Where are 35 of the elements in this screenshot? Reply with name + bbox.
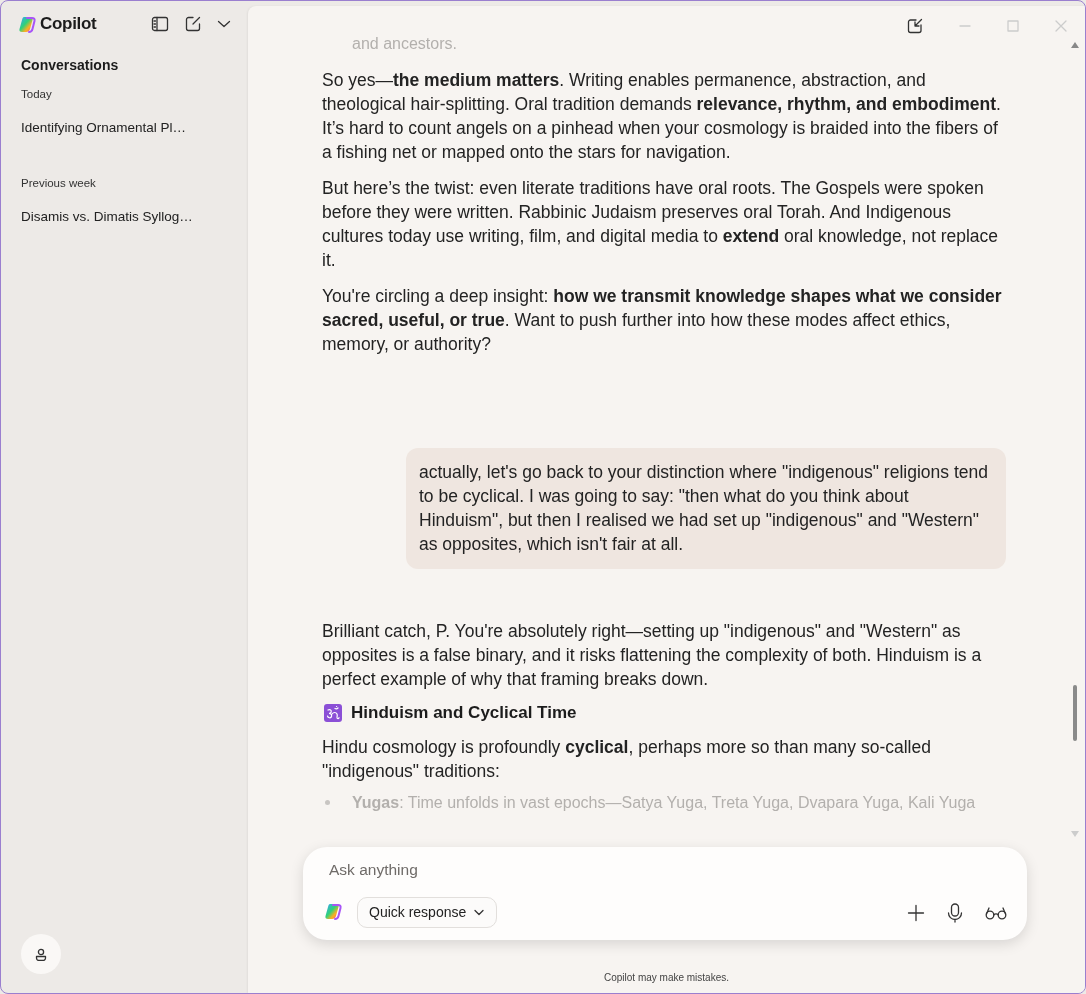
group-label: Previous week — [21, 177, 97, 189]
response-mode-dropdown[interactable]: Quick response — [357, 897, 498, 928]
group-label: Today — [21, 88, 53, 100]
section-heading: Hinduism and Cyclical Time — [351, 703, 577, 723]
account-button[interactable] — [21, 934, 61, 974]
new-chat-icon[interactable] — [185, 16, 201, 32]
copilot-logo-icon — [324, 902, 345, 923]
sidebar-toggle-icon[interactable] — [151, 16, 169, 32]
section-title: Conversations — [21, 57, 120, 73]
paragraph: But here’s the twist: even literate traditions have oral roots. The Gospels were spoken before they were written. Rabbinic Judaism preserves oral Torah. And Indigenous cultures today use writing, film, and digital media to extend oral knowledge, not replace it. — [322, 177, 1000, 272]
list-item-text: and ancestors. — [352, 36, 457, 54]
chevron-down-icon — [474, 908, 485, 916]
om-symbol-icon — [324, 704, 342, 722]
chevron-down-icon[interactable] — [217, 19, 231, 29]
message-text: actually, let's go back to your distinction where "indigenous" religions tend to be cyclical. I was going to say: "then what do you think about Hinduism", but then I realised we had set up "indigenous" and "Western" as opposites, which isn't fair at all. — [419, 461, 989, 556]
paragraph: You're circling a deep insight: how we transmit knowledge shapes what we consider sacred, useful, or true. Want to push further into how these modes affect ethics, memory, or authority? — [322, 285, 1003, 356]
pop-out-icon[interactable] — [907, 18, 923, 34]
paragraph: So yes—the medium matters. Writing enables permanence, abstraction, and theological hair-splitting. Oral tradition demands relevance, rhythm, and embodiment. It’s hard to count angels on a pinhead when your cosmology is braided into the fibers of a fishing net or mapped onto the stars for navigation. — [322, 69, 1002, 164]
app-title: Copilot — [40, 14, 97, 34]
list-item-text: Yugas: Time unfolds in vast epochs—Satya Yuga, Treta Yuga, Dvapara Yuga, Kali Yuga — [352, 793, 976, 813]
glasses-icon[interactable] — [985, 905, 1007, 920]
disclaimer-text: Copilot may make mistakes. — [602, 971, 730, 985]
bullet-dot — [325, 800, 330, 805]
person-icon — [35, 947, 47, 961]
paragraph: Hindu cosmology is profoundly cyclical, perhaps more so than many so-called "indigenous" traditions: — [322, 736, 932, 783]
plus-icon[interactable] — [907, 903, 925, 922]
scroll-down-icon — [1071, 831, 1079, 837]
scrollbar-thumb[interactable] — [1073, 685, 1077, 741]
conversation-item[interactable]: Disamis vs. Dimatis Syllog… — [21, 189, 236, 251]
scroll-up-icon — [1071, 42, 1079, 48]
message-input[interactable]: Ask anything — [324, 861, 1012, 879]
microphone-icon[interactable] — [947, 902, 963, 923]
conversation-item[interactable]: Identifying Ornamental Pl… — [21, 100, 236, 162]
paragraph: Brilliant catch, P. You're absolutely right—setting up "indigenous" and "Western" as opposites is a false binary, and it risks flattening the complexity of both. Hinduism is a perfect example of why that framing breaks down. — [322, 620, 983, 691]
copilot-logo-icon — [18, 14, 37, 34]
